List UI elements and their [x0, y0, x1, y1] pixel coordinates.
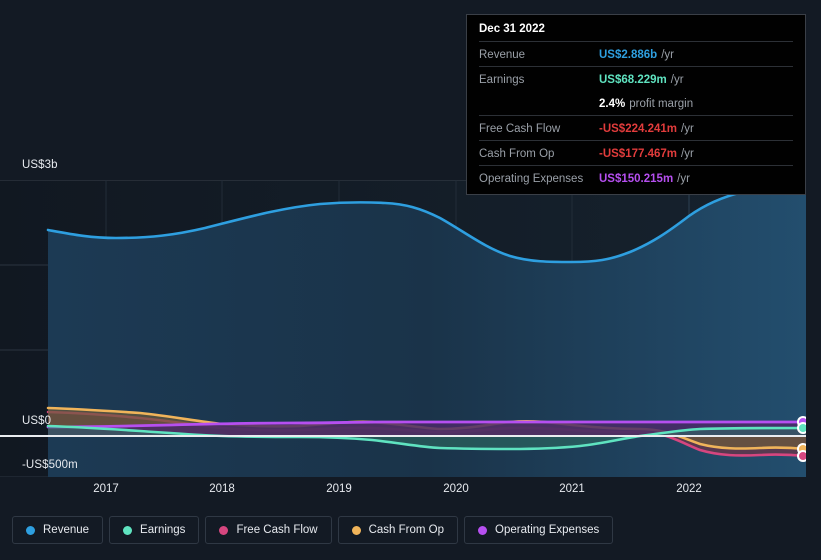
tooltip-row-unit: /yr — [661, 49, 674, 61]
tooltip-row-unit: /yr — [681, 148, 694, 160]
chart-tooltip: Dec 31 2022 Revenue US$2.886b/yr Earnings U… — [466, 14, 806, 195]
y-axis-label-bottom: -US$500m — [22, 459, 78, 471]
plot-svg — [0, 180, 806, 477]
tooltip-profit-margin-value: 2.4% — [599, 98, 626, 110]
tooltip-row-value: -US$224.241m — [599, 123, 677, 135]
legend-color-dot-icon — [478, 525, 488, 535]
tooltip-profit-margin-value-wrap: 2.4% profit margin — [599, 94, 693, 112]
legend-item-earnings[interactable]: Earnings — [109, 516, 200, 544]
tooltip-row: Cash From Op -US$177.467m/yr — [479, 140, 793, 165]
x-axis: 2017 2018 2019 2020 2021 2022 — [0, 483, 821, 501]
tooltip-row-label: Cash From Op — [479, 148, 555, 160]
tooltip-row-unit: /yr — [670, 74, 684, 86]
legend-color-dot-icon — [351, 525, 361, 535]
plot-area[interactable] — [0, 180, 806, 477]
financial-chart: US$3b US$0 -US$500m 2017 2018 2019 2020 2021… — [0, 0, 821, 560]
legend-item-label: Cash From Op — [368, 524, 445, 536]
legend-color-dot-icon — [123, 525, 133, 535]
legend-item-revenue[interactable]: Revenue — [12, 516, 104, 544]
tooltip-row: Free Cash Flow -US$224.241m/yr — [479, 115, 793, 140]
tooltip-rows: Revenue US$2.886b/yr Earnings US$68.229m/yr… — [479, 41, 793, 190]
tooltip-date: Dec 31 2022 — [479, 23, 545, 35]
legend-item-label: Earnings — [140, 524, 186, 536]
tooltip-row-value-wrap: US$68.229m/yr — [599, 70, 684, 88]
tooltip-row-value: -US$177.467m — [599, 148, 677, 160]
tooltip-row-value-wrap: US$2.886b/yr — [599, 45, 674, 63]
tooltip-row-label: Free Cash Flow — [479, 123, 561, 135]
tooltip-row-value: US$150.215m — [599, 173, 674, 185]
tooltip-row-label: Earnings — [479, 74, 525, 86]
legend-item-label: Operating Expenses — [495, 524, 600, 536]
earnings-endpoint-marker — [797, 422, 806, 434]
legend-item-label: Free Cash Flow — [236, 524, 318, 536]
tooltip-row-label: Operating Expenses — [479, 173, 584, 185]
legend-item-label: Revenue — [43, 524, 90, 536]
legend-color-dot-icon — [26, 525, 35, 535]
x-axis-tick-2022: 2022 — [676, 483, 702, 495]
tooltip-row-value-wrap: -US$224.241m/yr — [599, 119, 694, 137]
tooltip-profit-margin-row: 2.4% profit margin — [479, 91, 793, 115]
tooltip-row: Operating Expenses US$150.215m/yr — [479, 165, 793, 190]
x-axis-tick-2021: 2021 — [559, 483, 585, 495]
tooltip-row: Revenue US$2.886b/yr — [479, 41, 793, 66]
legend-item-operating-expenses[interactable]: Operating Expenses — [464, 516, 614, 544]
legend-color-dot-icon — [219, 525, 229, 535]
x-axis-tick-2018: 2018 — [209, 483, 235, 495]
tooltip-row-value-wrap: US$150.215m/yr — [599, 169, 690, 187]
tooltip-row-label: Revenue — [479, 49, 526, 61]
x-axis-tick-2020: 2020 — [443, 483, 469, 495]
chart-legend[interactable]: Revenue Earnings Free Cash Flow Cash From O… — [12, 516, 614, 544]
legend-item-cash-from-op[interactable]: Cash From Op — [337, 516, 459, 544]
tooltip-row-value: US$2.886b — [599, 49, 658, 61]
tooltip-row-value: US$68.229m — [599, 74, 667, 86]
tooltip-row: Earnings US$68.229m/yr — [479, 66, 793, 91]
x-axis-tick-2017: 2017 — [93, 483, 119, 495]
y-axis-label-zero: US$0 — [22, 415, 52, 427]
tooltip-row-value-wrap: -US$177.467m/yr — [599, 144, 694, 162]
free-cash-flow-endpoint-marker — [797, 450, 806, 462]
tooltip-row-unit: /yr — [677, 173, 690, 185]
legend-item-free-cash-flow[interactable]: Free Cash Flow — [205, 516, 332, 544]
tooltip-row-unit: /yr — [681, 123, 694, 135]
x-axis-tick-2019: 2019 — [326, 483, 352, 495]
y-axis-label-top: US$3b — [22, 159, 58, 171]
tooltip-profit-margin-label: profit margin — [629, 98, 694, 110]
